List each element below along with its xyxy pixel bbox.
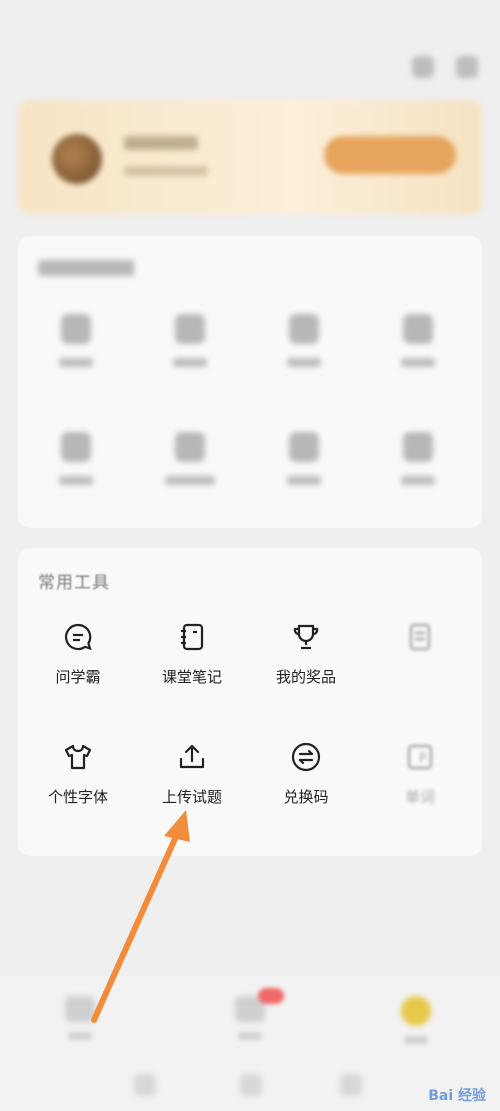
- watermark-logo: Bai 经验: [428, 1088, 486, 1104]
- annotation-arrow: [91, 810, 190, 1023]
